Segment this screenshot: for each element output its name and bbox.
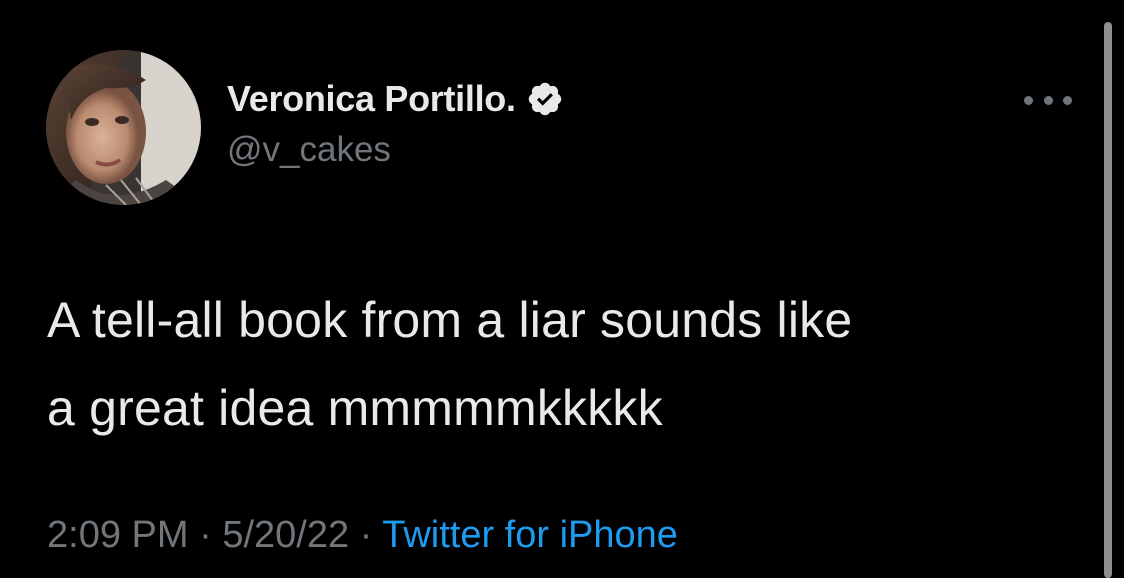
- tweet-text: A tell-all book from a liar sounds like …: [47, 276, 1087, 452]
- meta-separator: ·: [188, 514, 223, 556]
- handle[interactable]: @v_cakes: [227, 130, 564, 170]
- tweet-text-line: A tell-all book from a liar sounds like: [47, 292, 853, 348]
- tweet-date[interactable]: 5/20/22: [222, 514, 349, 556]
- verified-badge-icon: [526, 80, 564, 118]
- more-options-icon[interactable]: [1024, 88, 1072, 112]
- display-name[interactable]: Veronica Portillo.: [227, 78, 516, 120]
- dot-icon: [1024, 95, 1033, 105]
- name-row: Veronica Portillo.: [227, 76, 564, 122]
- dot-icon: [1063, 95, 1072, 105]
- tweet-card: Veronica Portillo. @v_cakes A tell-all b…: [0, 0, 1124, 578]
- tweet-source-link[interactable]: Twitter for iPhone: [382, 514, 678, 556]
- scrollbar[interactable]: [1104, 22, 1112, 578]
- dot-icon: [1043, 95, 1053, 105]
- avatar[interactable]: [46, 50, 201, 205]
- tweet-time[interactable]: 2:09 PM: [47, 514, 189, 556]
- meta-separator: ·: [349, 514, 383, 556]
- tweet-text-line: a great idea mmmmmkkkkk: [47, 380, 663, 436]
- author-block: Veronica Portillo. @v_cakes: [227, 76, 564, 170]
- tweet-meta: 2:09 PM · 5/20/22 · Twitter for iPhone: [47, 514, 678, 557]
- avatar-photo: [46, 50, 201, 205]
